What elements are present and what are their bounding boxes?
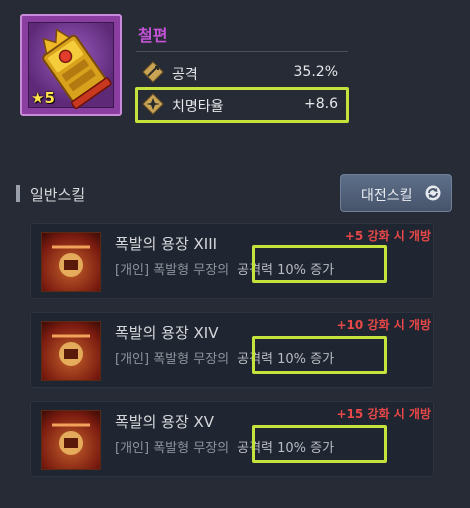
explosion-skill-icon [41, 232, 101, 292]
battle-skill-button-label: 대전스킬 [361, 188, 413, 204]
skill-name: 폭발의 용장 XV [115, 413, 215, 431]
skill-unlock-condition: +10 강화 시 개방 [336, 318, 432, 332]
attack-stat-icon [142, 61, 164, 83]
explosion-skill-icon [41, 410, 101, 470]
highlight-box [252, 425, 387, 463]
skill-name: 폭발의 용장 XIII [115, 235, 218, 253]
item-name: 철편 [138, 26, 168, 45]
item-card[interactable]: ★5 [20, 14, 122, 116]
stat-row-attack: 공격 35.2% [140, 58, 344, 88]
divider [136, 51, 348, 52]
highlight-box [252, 245, 387, 283]
stat-value: 35.2% [293, 64, 338, 80]
battle-skill-button[interactable]: 대전스킬 [340, 174, 452, 212]
highlight-box [135, 87, 349, 123]
section-title: 일반스킬 [30, 186, 86, 204]
refresh-icon [425, 185, 441, 201]
item-image: ★5 [28, 22, 114, 110]
skill-unlock-condition: +5 강화 시 개방 [344, 229, 431, 243]
explosion-skill-icon [41, 321, 101, 381]
star-level-badge: ★5 [31, 89, 55, 107]
section-marker [16, 185, 20, 202]
highlight-box [252, 336, 387, 374]
stat-label: 공격 [172, 67, 198, 83]
skill-name: 폭발의 용장 XIV [115, 324, 219, 342]
skill-unlock-condition: +15 강화 시 개방 [336, 407, 432, 421]
